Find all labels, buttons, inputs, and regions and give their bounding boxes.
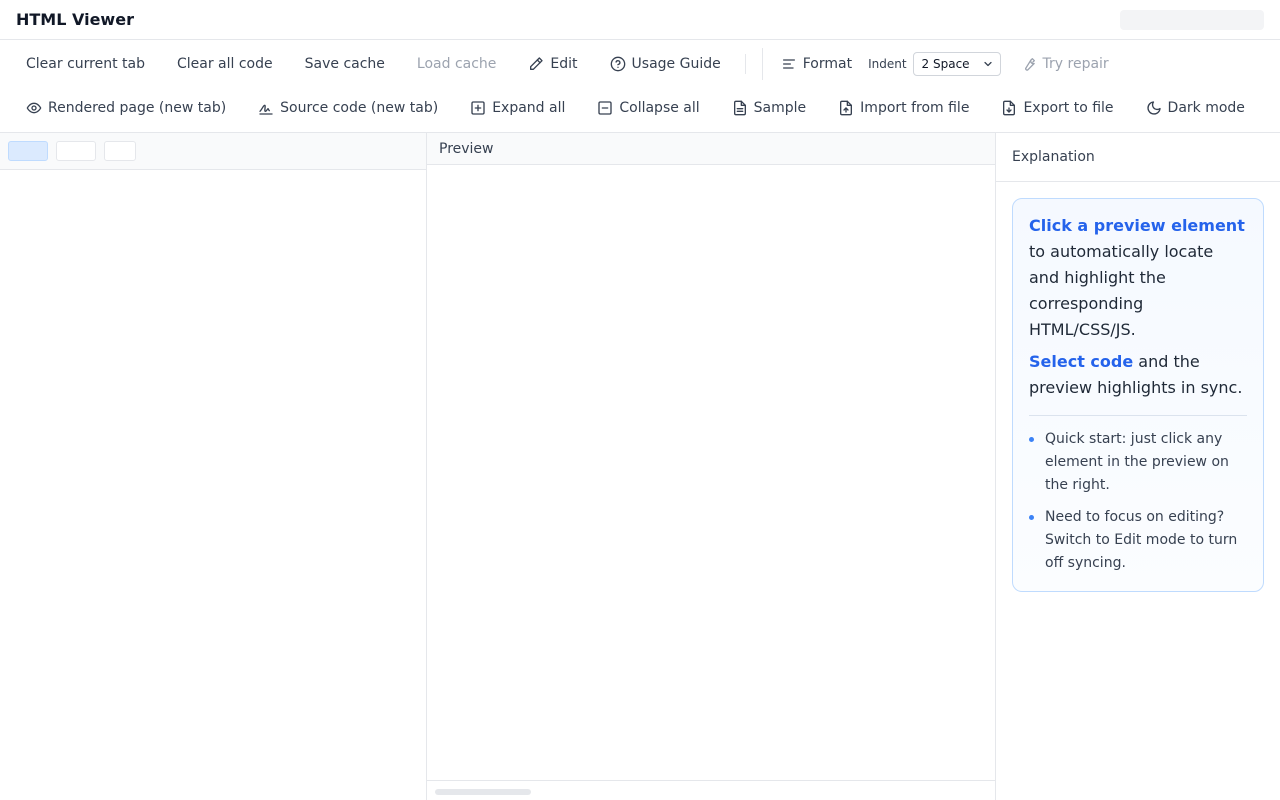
dark-mode-label: Dark mode	[1167, 100, 1245, 116]
pencil-icon	[530, 57, 544, 70]
moon-icon	[1146, 101, 1161, 115]
code-editor-pane	[0, 133, 427, 800]
preview-header: Preview	[427, 133, 995, 165]
plus-square-icon	[471, 101, 485, 115]
sample-label: Sample	[753, 100, 807, 116]
toolbar-separator	[761, 48, 763, 80]
try-repair-button[interactable]: Try repair	[1005, 48, 1125, 80]
help-circle-icon	[610, 56, 625, 72]
source-code-label: Source code (new tab)	[280, 100, 439, 116]
usage-guide-button[interactable]: Usage Guide	[594, 48, 737, 80]
edit-label: Edit	[550, 56, 578, 72]
toolbar-separator	[744, 54, 746, 74]
load-cache-button[interactable]: Load cache	[401, 48, 513, 80]
clear-all-code-button[interactable]: Clear all code	[161, 48, 289, 80]
preview-scrollbar-thumb[interactable]	[435, 789, 531, 795]
source-code-button[interactable]: Source code (new tab)	[242, 92, 454, 124]
file-import-icon	[840, 100, 853, 116]
import-from-file-button[interactable]: Import from file	[822, 92, 985, 124]
clear-all-code-label: Clear all code	[176, 56, 273, 72]
code-editor-area[interactable]	[0, 170, 426, 800]
preview-pane: Preview	[427, 133, 996, 800]
preview-scrollbar[interactable]	[427, 780, 995, 800]
code-tab-css[interactable]	[56, 141, 96, 161]
explanation-pane: Explanation Click a preview element to a…	[996, 133, 1280, 800]
app-header: HTML Viewer	[0, 0, 1280, 40]
save-cache-button[interactable]: Save cache	[289, 48, 401, 80]
help-text-1: to automatically locate and highlight th…	[1029, 242, 1214, 339]
help-divider	[1029, 415, 1247, 416]
collapse-all-label: Collapse all	[619, 100, 700, 116]
help-highlight-2: Select code	[1029, 352, 1134, 371]
align-left-icon	[782, 59, 795, 69]
explanation-header: Explanation	[996, 133, 1280, 182]
minus-square-icon	[598, 101, 613, 115]
file-export-icon	[1003, 100, 1016, 116]
toolbar-row-1: Clear current tab Clear all code Save ca…	[0, 44, 1280, 84]
code-tab-js[interactable]	[104, 141, 136, 161]
signature-icon	[259, 104, 273, 115]
clear-current-tab-label: Clear current tab	[26, 56, 145, 72]
toolbar-row-2: Rendered page (new tab) Source code (new…	[0, 88, 1280, 128]
indent-select[interactable]: 2 Space	[912, 52, 1001, 76]
help-card: Click a preview element to automatically…	[1012, 198, 1264, 592]
tip-item: Need to focus on editing? Switch to Edit…	[1029, 506, 1247, 575]
help-paragraph-1: Click a preview element to automatically…	[1029, 213, 1247, 343]
rendered-page-label: Rendered page (new tab)	[48, 100, 227, 116]
clear-current-tab-button[interactable]: Clear current tab	[10, 48, 161, 80]
tips-list: Quick start: just click any element in t…	[1029, 428, 1247, 575]
indent-label: Indent	[868, 57, 907, 71]
load-cache-label: Load cache	[416, 56, 497, 72]
app-title: HTML Viewer	[16, 10, 134, 29]
help-paragraph-2: Select code and the preview highlights i…	[1029, 349, 1247, 401]
preview-area[interactable]	[427, 165, 995, 780]
export-to-file-label: Export to file	[1023, 100, 1114, 116]
format-label: Format	[802, 56, 853, 72]
expand-all-label: Expand all	[492, 100, 566, 116]
tip-item: Quick start: just click any element in t…	[1029, 428, 1247, 497]
eye-icon	[26, 102, 42, 114]
format-button[interactable]: Format	[765, 48, 868, 80]
import-from-file-label: Import from file	[860, 100, 970, 116]
rendered-page-button[interactable]: Rendered page (new tab)	[10, 92, 242, 124]
expand-all-button[interactable]: Expand all	[454, 92, 581, 124]
usage-guide-label: Usage Guide	[631, 56, 721, 72]
wrench-icon	[1024, 58, 1035, 71]
file-text-icon	[733, 100, 746, 116]
dark-mode-button[interactable]: Dark mode	[1130, 92, 1261, 124]
edit-button[interactable]: Edit	[512, 48, 593, 80]
chevron-down-icon	[983, 61, 992, 67]
collapse-all-button[interactable]: Collapse all	[581, 92, 715, 124]
code-tab-bar	[0, 133, 426, 170]
save-cache-label: Save cache	[304, 56, 385, 72]
sample-button[interactable]: Sample	[716, 92, 823, 124]
help-highlight-1: Click a preview element	[1029, 216, 1245, 235]
header-placeholder	[1120, 9, 1264, 30]
export-to-file-button[interactable]: Export to file	[985, 92, 1129, 124]
code-tab-html[interactable]	[8, 141, 48, 161]
try-repair-label: Try repair	[1042, 56, 1109, 72]
indent-value: 2 Space	[921, 57, 970, 71]
